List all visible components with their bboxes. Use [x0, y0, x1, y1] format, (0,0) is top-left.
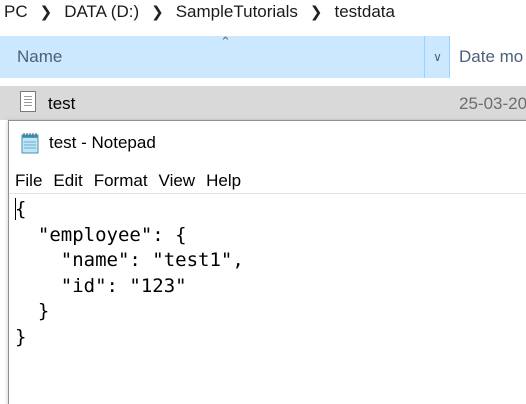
- chevron-right-icon[interactable]: ❯: [32, 3, 61, 21]
- menu-bar: File Edit Format View Help: [9, 169, 526, 193]
- menu-view[interactable]: View: [153, 171, 201, 191]
- title-bar[interactable]: test - Notepad: [9, 121, 526, 165]
- chevron-right-icon[interactable]: ❯: [302, 3, 331, 21]
- menu-edit[interactable]: Edit: [47, 171, 87, 191]
- file-list-item[interactable]: test 25-03-20: [0, 86, 526, 120]
- name-column-header[interactable]: ⌃ Name ∨: [0, 34, 450, 78]
- window-title: test - Notepad: [49, 133, 156, 152]
- breadcrumb: PC ❯ DATA (D:) ❯ SampleTutorials ❯ testd…: [0, 0, 526, 24]
- text-file-icon: [20, 91, 36, 112]
- notepad-window: test - Notepad File Edit Format View Hel…: [8, 120, 526, 404]
- name-column-label: Name: [17, 47, 63, 66]
- breadcrumb-sampletutorials[interactable]: SampleTutorials: [172, 2, 302, 22]
- menu-help[interactable]: Help: [200, 171, 246, 191]
- document-text: { "employee": { "name": "test1", "id": "…: [15, 198, 244, 348]
- sort-ascending-icon: ⌃: [220, 34, 231, 49]
- breadcrumb-testdata[interactable]: testdata: [331, 2, 400, 22]
- breadcrumb-pc[interactable]: PC: [0, 2, 32, 22]
- date-modified-column-header[interactable]: Date mo: [451, 36, 526, 78]
- chevron-right-icon[interactable]: ❯: [143, 3, 172, 21]
- menu-file[interactable]: File: [9, 171, 47, 191]
- menu-format[interactable]: Format: [88, 171, 153, 191]
- column-header-row: ⌃ Name ∨ Date mo: [0, 34, 526, 78]
- notepad-icon: [21, 133, 39, 154]
- file-name: test: [48, 94, 76, 113]
- file-date-modified: 25-03-20: [459, 94, 526, 113]
- text-caret: [15, 198, 16, 220]
- chevron-down-icon[interactable]: ∨: [424, 36, 450, 78]
- text-editor-area[interactable]: { "employee": { "name": "test1", "id": "…: [9, 194, 526, 404]
- date-modified-column-label: Date mo: [459, 47, 524, 66]
- breadcrumb-data-drive[interactable]: DATA (D:): [60, 2, 143, 22]
